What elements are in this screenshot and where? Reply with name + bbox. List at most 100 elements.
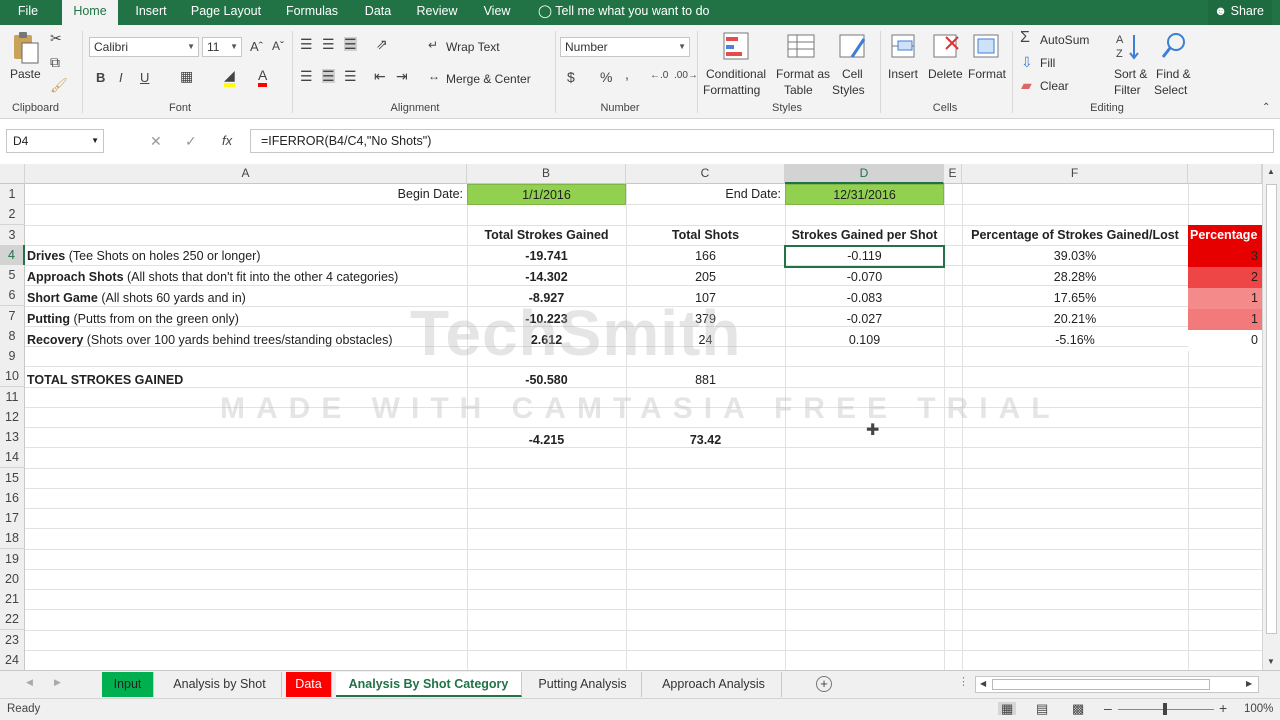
total-shots-cell[interactable]: 881 <box>626 370 785 391</box>
insert-function-icon[interactable]: fx <box>222 134 232 147</box>
cancel-icon[interactable]: ✕ <box>150 134 162 148</box>
tab-file[interactable]: File <box>8 0 48 25</box>
row13-strokes-cell[interactable]: -4.215 <box>467 430 626 451</box>
align-left-icon[interactable]: ☰ <box>300 69 313 83</box>
percentage-bar-cell[interactable]: 2 <box>1188 267 1262 288</box>
sort-filter-icon[interactable]: AZ <box>1114 31 1144 61</box>
cut-icon[interactable]: ✂ <box>50 31 62 45</box>
middle-align-icon[interactable]: ☰ <box>322 37 335 51</box>
delete-cells-button[interactable]: Delete <box>928 67 963 81</box>
row13-shots-cell[interactable]: 73.42 <box>626 430 785 451</box>
scroll-left-icon[interactable]: ◀ <box>980 680 986 688</box>
format-cells-button[interactable]: Format <box>968 67 1006 81</box>
increase-decimal-icon[interactable]: ←.0 <box>650 71 668 81</box>
scroll-right-icon[interactable]: ▶ <box>1246 680 1252 688</box>
row-header-12[interactable]: 12 <box>0 406 25 428</box>
row-header-23[interactable]: 23 <box>0 629 25 651</box>
column-header-c[interactable]: C <box>626 164 785 184</box>
row-header-11[interactable]: 11 <box>0 386 25 408</box>
scroll-up-icon[interactable]: ▲ <box>1267 168 1275 176</box>
category-label-cell[interactable]: Approach Shots (All shots that don't fit… <box>27 267 467 288</box>
clear-button[interactable]: Clear <box>1040 79 1069 93</box>
end-date-cell[interactable]: 12/31/2016 <box>785 184 944 205</box>
end-date-label[interactable]: End Date: <box>626 184 785 205</box>
share-button[interactable]: ☻ Share <box>1208 0 1272 25</box>
bottom-align-icon[interactable]: ☰ <box>344 37 357 51</box>
strokes-per-shot-cell[interactable]: -0.070 <box>785 267 944 288</box>
autosum-icon[interactable]: Σ <box>1020 30 1030 46</box>
tab-page-layout[interactable]: Page Layout <box>186 0 266 25</box>
strokes-per-shot-cell[interactable]: -0.027 <box>785 309 944 330</box>
total-shots-cell[interactable]: 107 <box>626 288 785 309</box>
fill-color-icon[interactable]: ◢ <box>224 67 235 87</box>
shrink-font-icon[interactable]: Aˇ <box>272 40 284 52</box>
row-header-24[interactable]: 24 <box>0 649 25 670</box>
begin-date-label[interactable]: Begin Date: <box>25 184 467 205</box>
cell-styles-label-1[interactable]: Cell <box>842 67 863 81</box>
orientation-icon[interactable]: ⇗ <box>376 37 388 51</box>
align-center-icon[interactable]: ☰ <box>322 69 335 83</box>
percentage-cell[interactable]: -5.16% <box>962 330 1188 351</box>
header-total-shots[interactable]: Total Shots <box>626 225 785 246</box>
column-header-e[interactable]: E <box>944 164 962 184</box>
normal-view-icon[interactable]: ▦ <box>998 702 1017 715</box>
horizontal-scrollbar[interactable]: ◀ ▶ <box>975 676 1259 693</box>
category-label-cell[interactable]: Drives (Tee Shots on holes 250 or longer… <box>27 246 467 267</box>
insert-cells-button[interactable]: Insert <box>888 67 918 81</box>
hscroll-thumb[interactable] <box>992 679 1210 690</box>
paste-icon[interactable] <box>10 31 40 64</box>
sort-filter-label-1[interactable]: Sort & <box>1114 67 1147 81</box>
align-right-icon[interactable]: ☰ <box>344 69 357 83</box>
currency-icon[interactable]: $ <box>567 70 575 84</box>
column-header-g[interactable] <box>1188 164 1262 184</box>
category-label-cell[interactable]: Recovery (Shots over 100 yards behind tr… <box>27 330 467 351</box>
conditional-formatting-label-2[interactable]: Formatting <box>703 83 760 97</box>
grow-font-icon[interactable]: Aˆ <box>250 40 263 53</box>
total-shots-cell[interactable]: 24 <box>626 330 785 351</box>
cell-styles-icon[interactable] <box>838 31 868 61</box>
fill-button[interactable]: Fill <box>1040 56 1055 70</box>
tab-split-handle-icon[interactable]: ⋮ <box>958 677 969 688</box>
column-header-d[interactable]: D <box>785 164 944 184</box>
sheet-tab-approach-analysis[interactable]: Approach Analysis <box>646 672 782 697</box>
row-header-5[interactable]: 5 <box>0 265 25 286</box>
percentage-cell[interactable]: 17.65% <box>962 288 1188 309</box>
autosum-button[interactable]: AutoSum <box>1040 33 1089 47</box>
insert-cells-icon[interactable] <box>890 31 920 61</box>
tab-formulas[interactable]: Formulas <box>280 0 344 25</box>
decrease-indent-icon[interactable]: ⇤ <box>374 69 386 83</box>
bold-icon[interactable]: B <box>96 71 105 84</box>
number-format-select[interactable]: Number ▼ <box>560 37 690 57</box>
row-header-20[interactable]: 20 <box>0 568 25 590</box>
underline-icon[interactable]: U <box>140 71 149 84</box>
format-as-table-label-1[interactable]: Format as <box>776 67 830 81</box>
strokes-gained-cell[interactable]: -14.302 <box>467 267 626 288</box>
conditional-formatting-icon[interactable] <box>722 31 752 61</box>
row-header-14[interactable]: 14 <box>0 447 25 469</box>
row-header-1[interactable]: 1 <box>0 184 25 205</box>
increase-indent-icon[interactable]: ⇥ <box>396 69 408 83</box>
font-color-icon[interactable]: A <box>258 67 268 87</box>
category-label-cell[interactable]: Putting (Putts from on the green only) <box>27 309 467 330</box>
find-select-icon[interactable] <box>1160 31 1190 61</box>
percentage-bar-cell[interactable]: 0 <box>1188 330 1262 351</box>
percentage-bar-cell[interactable]: 1 <box>1188 288 1262 309</box>
merge-center-button[interactable]: Merge & Center <box>446 72 531 86</box>
italic-icon[interactable]: I <box>119 71 123 84</box>
row-header-16[interactable]: 16 <box>0 487 25 509</box>
format-painter-icon[interactable]: 🖌 <box>50 78 68 92</box>
scroll-down-icon[interactable]: ▼ <box>1267 658 1275 666</box>
column-header-f[interactable]: F <box>962 164 1188 184</box>
page-break-view-icon[interactable]: ▩ <box>1072 702 1084 715</box>
tell-me-box[interactable]: ◯ Tell me what you want to do <box>538 0 710 25</box>
zoom-in-icon[interactable]: + <box>1219 701 1227 715</box>
column-header-b[interactable]: B <box>467 164 626 184</box>
column-header-a[interactable]: A <box>25 164 467 184</box>
vertical-scrollbar[interactable]: ▲ ▼ <box>1262 164 1280 670</box>
total-label[interactable]: TOTAL STROKES GAINED <box>27 370 467 391</box>
conditional-formatting-label-1[interactable]: Conditional <box>706 67 766 81</box>
page-layout-view-icon[interactable]: ▤ <box>1036 702 1048 715</box>
format-as-table-label-2[interactable]: Table <box>784 83 813 97</box>
borders-icon[interactable]: ▦ <box>180 69 193 83</box>
name-box[interactable]: D4 ▼ <box>6 129 104 153</box>
